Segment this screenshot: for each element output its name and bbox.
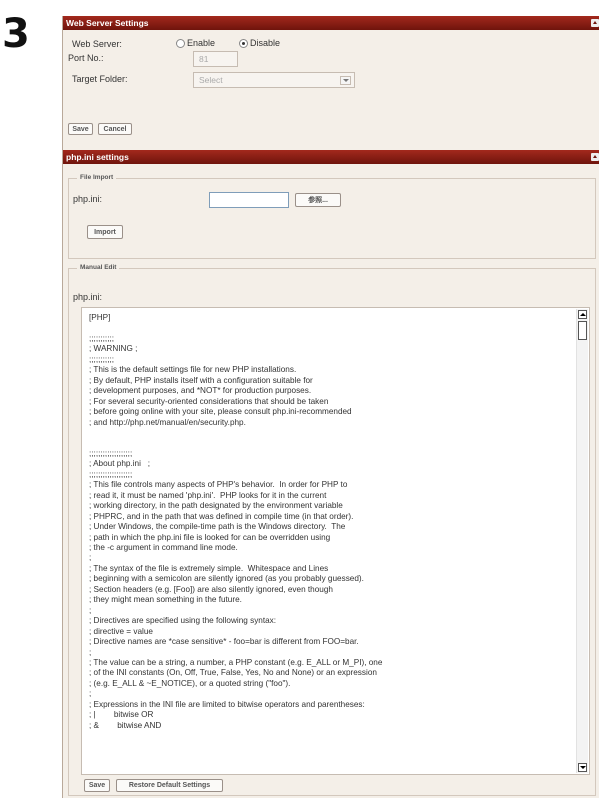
target-folder-value: Select [199, 75, 223, 85]
php-ini-editor[interactable]: [PHP] ;;;;;;;;;;; ; WARNING ; ;;;;;;;;;;… [81, 307, 590, 775]
php-ini-settings-title: php.ini settings [66, 152, 129, 162]
file-import-fieldset: File Import php.ini: 参照... Import [68, 174, 596, 259]
restore-default-settings-button[interactable]: Restore Default Settings [116, 779, 223, 792]
file-import-php-ini-label: php.ini: [73, 194, 103, 204]
scroll-down-icon[interactable] [578, 763, 587, 772]
disable-radio[interactable] [239, 39, 248, 48]
manual-edit-legend: Manual Edit [77, 264, 120, 271]
manual-edit-php-ini-label: php.ini: [73, 292, 103, 302]
php-ini-settings-header[interactable]: php.ini settings [63, 150, 599, 164]
scroll-thumb[interactable] [578, 321, 587, 340]
save-button[interactable]: Save [68, 123, 93, 135]
file-import-legend: File Import [77, 174, 117, 181]
disable-label: Disable [250, 38, 281, 48]
php-ini-content: [PHP] ;;;;;;;;;;; ; WARNING ; ;;;;;;;;;;… [89, 313, 383, 730]
manual-edit-fieldset: Manual Edit php.ini: [PHP] ;;;;;;;;;;; ;… [68, 264, 596, 796]
web-server-label: Web Server: [72, 39, 122, 49]
browse-button[interactable]: 参照... [295, 193, 341, 207]
collapse-icon[interactable] [591, 19, 599, 27]
port-input[interactable]: 81 [193, 51, 238, 67]
enable-label: Enable [187, 38, 216, 48]
php-ini-file-input[interactable] [209, 192, 289, 208]
step-number: 3 [2, 11, 30, 57]
editor-scrollbar[interactable] [576, 309, 588, 773]
web-server-settings-title: Web Server Settings [66, 18, 149, 28]
scroll-up-icon[interactable] [578, 310, 587, 319]
collapse-icon[interactable] [591, 153, 599, 161]
import-button[interactable]: Import [87, 225, 123, 239]
enable-radio[interactable] [176, 39, 185, 48]
target-folder-select[interactable]: Select [193, 72, 355, 88]
port-label: Port No.: [68, 53, 104, 63]
settings-frame: Web Server Settings Web Server: Enable D… [62, 16, 599, 798]
web-server-settings-header[interactable]: Web Server Settings [63, 16, 599, 30]
chevron-down-icon[interactable] [340, 76, 351, 85]
php-ini-editor-container: [PHP] ;;;;;;;;;;; ; WARNING ; ;;;;;;;;;;… [81, 307, 590, 775]
cancel-button[interactable]: Cancel [98, 123, 132, 135]
target-folder-label: Target Folder: [72, 74, 128, 84]
manual-save-button[interactable]: Save [84, 779, 110, 792]
